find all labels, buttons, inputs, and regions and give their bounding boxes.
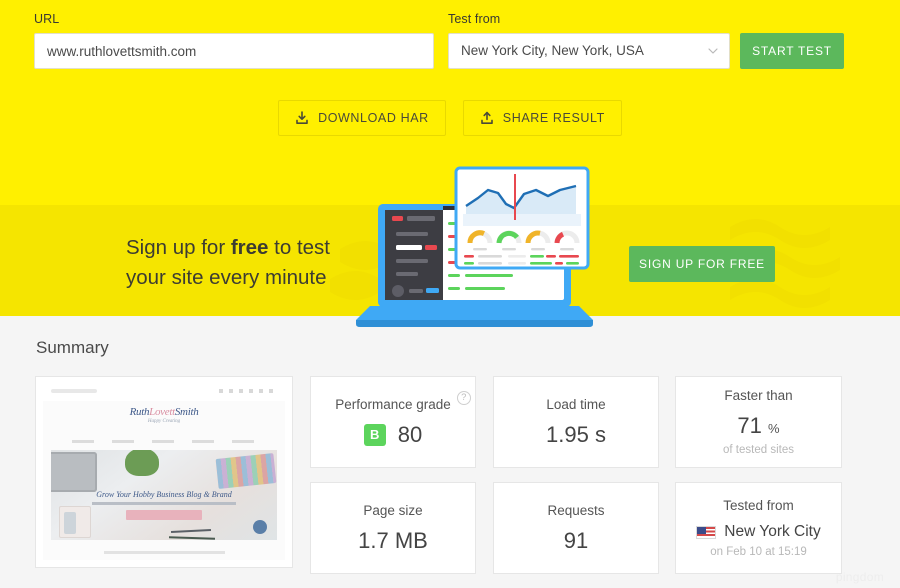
preview-footer-text: [103, 551, 225, 554]
download-icon: [295, 111, 309, 125]
upload-share-icon: [480, 111, 494, 125]
performance-grade-label: Performance grade ?: [335, 390, 471, 412]
site-screenshot-preview: RuthLovettSmith Happy Creating Grow Your…: [43, 384, 285, 560]
metric-card-performance-grade: Performance grade ? B 80: [310, 376, 476, 468]
promo-line1-suffix: to test: [268, 236, 330, 259]
chevron-down-icon: [708, 46, 718, 56]
test-location-selected-value: New York City, New York, USA: [461, 43, 644, 58]
test-location-select[interactable]: New York City, New York, USA: [448, 33, 730, 69]
preview-hero-pen-1: [170, 528, 212, 534]
preview-site-tagline: Happy Creating: [147, 419, 181, 424]
requests-label: Requests: [547, 502, 605, 518]
start-test-button[interactable]: START TEST: [740, 33, 844, 69]
preview-hero-cta-button: [125, 510, 203, 520]
pingdom-watermark: pingdom: [835, 570, 884, 584]
url-field-label: URL: [34, 12, 60, 26]
summary-title: Summary: [36, 338, 109, 357]
metric-card-load-time: Load time 1.95 s: [493, 376, 659, 468]
faster-than-label: Faster than: [724, 388, 793, 403]
requests-value: 91: [563, 527, 589, 553]
summary-section: Summary RuthLovettSmith Happy Creating G…: [0, 316, 900, 588]
preview-hero-pen-2: [168, 536, 216, 540]
preview-hero-bowl: [253, 520, 267, 534]
preview-hero-image: Grow Your Hobby Business Blog & Brand: [51, 450, 277, 540]
preview-search-pill: [51, 389, 97, 393]
metric-card-faster-than: Faster than 71 % of tested sites: [675, 376, 842, 468]
us-flag-icon: [696, 525, 717, 539]
preview-logo-suffix: Smith: [174, 406, 199, 418]
tested-from-city: New York City: [724, 523, 821, 540]
faster-than-value-row: 71 %: [737, 413, 779, 439]
preview-nav-bar: [72, 440, 256, 443]
metric-card-page-size: Page size 1.7 MB: [310, 482, 476, 574]
preview-topbar: [43, 384, 285, 401]
pingdom-speed-test-page: URL Test from New York City, New York, U…: [0, 0, 900, 588]
load-time-label: Load time: [546, 396, 606, 412]
page-size-label: Page size: [363, 502, 423, 518]
preview-hero-headline: Grow Your Hobby Business Blog & Brand: [96, 490, 232, 499]
promo-line1-strong: free: [230, 236, 269, 259]
url-input[interactable]: [34, 33, 434, 69]
preview-site-logo: RuthLovettSmith Happy Creating: [43, 406, 285, 424]
page-size-value: 1.7 MB: [358, 527, 428, 553]
performance-grade-score: 80: [397, 421, 423, 447]
performance-grade-label-text: Performance grade: [335, 396, 451, 412]
metric-card-requests: Requests 91: [493, 482, 659, 574]
share-result-label: SHARE RESULT: [502, 111, 605, 125]
faster-than-value: 71: [737, 413, 762, 438]
faster-than-unit: %: [768, 421, 780, 436]
performance-grade-value-row: B 80: [363, 421, 423, 448]
preview-hero-phone: [64, 512, 76, 534]
promo-line2: your site every minute: [126, 266, 327, 289]
preview-logo-prefix: Ruth: [129, 406, 150, 418]
performance-grade-badge: B: [363, 423, 386, 446]
metric-card-tested-from: Tested from New York City on Feb 10 at 1…: [675, 482, 842, 574]
tested-from-value-row: New York City: [696, 523, 821, 541]
download-har-button[interactable]: DOWNLOAD HAR: [278, 100, 446, 136]
share-result-button[interactable]: SHARE RESULT: [462, 100, 622, 136]
test-location-label: Test from: [448, 12, 501, 26]
preview-hero-plant: [125, 450, 159, 476]
help-icon[interactable]: ?: [456, 390, 471, 405]
preview-hero-subline: [91, 502, 237, 505]
load-time-value: 1.95 s: [546, 421, 606, 447]
site-screenshot-card[interactable]: RuthLovettSmith Happy Creating Grow Your…: [35, 376, 293, 568]
laptop-dashboard-illustration: [352, 160, 597, 330]
signup-promo-text: Sign up for free to test your site every…: [126, 233, 386, 293]
download-har-label: DOWNLOAD HAR: [318, 111, 429, 125]
result-actions: DOWNLOAD HAR SHARE RESULT: [0, 100, 900, 136]
tested-from-timestamp: on Feb 10 at 15:19: [710, 546, 807, 558]
preview-hero-palette: [215, 453, 277, 489]
faster-than-subtext: of tested sites: [723, 444, 794, 456]
tested-from-label: Tested from: [723, 498, 794, 513]
sign-up-for-free-button[interactable]: SIGN UP FOR FREE: [629, 246, 775, 282]
preview-social-icons: [219, 389, 277, 393]
promo-line1-prefix: Sign up for: [126, 236, 231, 259]
preview-hero-laptop: [51, 452, 97, 492]
preview-logo-mid: Lovett: [149, 406, 175, 418]
